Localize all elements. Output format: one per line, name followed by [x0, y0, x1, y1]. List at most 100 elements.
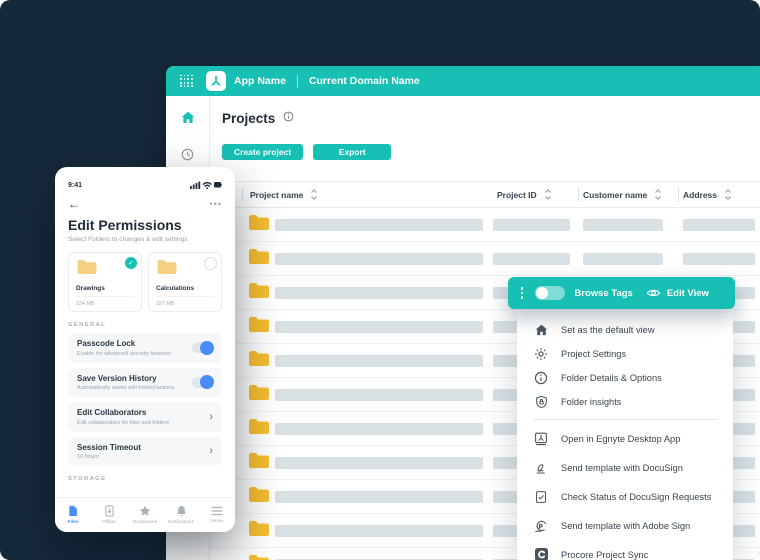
nav-item-bookmarks[interactable]: Bookmarks — [127, 498, 163, 532]
menu-item-open-egnyte-desktop[interactable]: Open in Egnyte Desktop App — [517, 424, 733, 453]
bell-icon — [176, 505, 187, 517]
column-header-customer-name[interactable]: Customer name — [583, 182, 662, 207]
offline-icon — [105, 505, 114, 517]
info-icon — [534, 371, 548, 385]
placeholder-project-name — [275, 389, 483, 401]
topbar-divider — [297, 75, 298, 88]
folder-icon — [248, 520, 270, 542]
column-header-address[interactable]: Address — [683, 182, 732, 207]
menu-item-procore-sync[interactable]: Procore Project Sync — [517, 540, 733, 560]
home-icon[interactable] — [181, 111, 195, 129]
setting-session-timeout[interactable]: Session Timeout10 hours › — [68, 437, 222, 467]
menu-item-folder-insights[interactable]: Folder insights — [517, 390, 733, 414]
placeholder-project-id — [493, 219, 570, 231]
status-bar: 9:41 — [68, 176, 222, 194]
status-icons — [190, 176, 222, 194]
passcode-toggle[interactable] — [192, 342, 213, 353]
stage: App Name Current Domain Name Projects — [0, 0, 760, 560]
kebab-menu-icon[interactable] — [521, 287, 523, 298]
table-header: Project name Project ID Customer name Ad… — [210, 181, 760, 208]
placeholder-customer-name — [583, 253, 663, 265]
phone-bottom-nav: Files Offline Bookmarks Notifications Me… — [55, 497, 235, 532]
phone-title: Edit Permissions — [68, 217, 222, 233]
info-icon[interactable] — [283, 109, 294, 127]
export-button[interactable]: Export — [313, 144, 391, 160]
folder-card-drawings[interactable]: ✓ Drawings 234 MB — [68, 252, 142, 312]
placeholder-project-name — [275, 321, 483, 333]
folder-icon — [248, 350, 270, 372]
version-history-toggle[interactable] — [192, 377, 213, 388]
unselected-circle-icon[interactable] — [204, 257, 217, 270]
sort-icon — [544, 189, 552, 200]
placeholder-project-name — [275, 253, 483, 265]
folder-icon — [156, 259, 178, 275]
menu-item-check-docusign-status[interactable]: Check Status of DocuSign Requests — [517, 482, 733, 511]
sort-icon — [310, 189, 318, 200]
edit-view-label[interactable]: Edit View — [667, 288, 709, 299]
placeholder-project-name — [275, 287, 483, 299]
folder-size: 157 MB — [156, 301, 214, 307]
folder-icon — [248, 452, 270, 474]
nav-item-files[interactable]: Files — [55, 498, 91, 532]
more-options-icon[interactable]: ••• — [210, 201, 222, 207]
table-row[interactable] — [210, 208, 760, 242]
home-icon — [534, 323, 548, 337]
menu-item-set-default-view[interactable]: Set as the default view — [517, 318, 733, 342]
nav-item-notifications[interactable]: Notifications — [163, 498, 199, 532]
setting-passcode-lock[interactable]: Passcode LockEnable for advanced securit… — [68, 333, 222, 363]
adobe-sign-icon — [534, 519, 548, 533]
sort-icon — [654, 189, 662, 200]
nav-item-menu[interactable]: Menu — [199, 498, 235, 532]
setting-subtitle: Edit collaborators for files and folders — [77, 420, 169, 426]
setting-save-version-history[interactable]: Save Version HistoryAutomatically saves … — [68, 368, 222, 398]
menu-divider — [533, 419, 717, 420]
menu-item-folder-details[interactable]: Folder Details & Options — [517, 366, 733, 390]
document-check-icon — [534, 490, 548, 504]
placeholder-project-name — [275, 491, 483, 503]
placeholder-project-name — [275, 355, 483, 367]
folder-icon — [248, 248, 270, 270]
column-divider — [678, 187, 679, 202]
phone-subtitle: Select Folders to changes & edit setting… — [68, 236, 222, 243]
table-row[interactable] — [210, 242, 760, 276]
folder-icon — [248, 418, 270, 440]
column-divider — [242, 187, 243, 202]
nav-item-offline[interactable]: Offline — [91, 498, 127, 532]
setting-edit-collaborators[interactable]: Edit Collaborators Edit collaborators for… — [68, 402, 222, 432]
egnyte-app-icon — [534, 432, 548, 446]
column-divider — [578, 187, 579, 202]
create-project-button[interactable]: Create project — [222, 144, 303, 160]
mobile-panel: 9:41 ← ••• Edit Permissions Select Folde… — [55, 167, 235, 532]
folder-icon — [76, 259, 98, 275]
column-header-project-name[interactable]: Project name — [250, 182, 318, 207]
clock-icon[interactable] — [181, 148, 194, 166]
setting-title: Edit Collaborators — [77, 408, 169, 417]
folder-size: 234 MB — [76, 301, 134, 307]
menu-item-send-docusign[interactable]: Send template with DocuSign — [517, 453, 733, 482]
menu-item-project-settings[interactable]: Project Settings — [517, 342, 733, 366]
context-menu-panel: Set as the default view Project Settings… — [517, 309, 733, 560]
eye-icon[interactable] — [646, 287, 661, 299]
selected-check-icon[interactable]: ✓ — [125, 257, 137, 269]
app-logo-icon[interactable] — [206, 71, 226, 91]
context-menu-header: Browse Tags Edit View — [508, 277, 735, 309]
folder-icon — [248, 384, 270, 406]
app-grid-icon[interactable] — [180, 75, 193, 88]
app-name: App Name — [234, 75, 286, 87]
menu-item-send-adobe-sign[interactable]: Send template with Adobe Sign — [517, 511, 733, 540]
shield-lock-icon — [534, 395, 548, 409]
chevron-right-icon: › — [209, 411, 213, 423]
gear-icon — [534, 347, 548, 361]
browse-tags-toggle[interactable] — [535, 286, 565, 300]
wifi-icon — [204, 183, 212, 187]
placeholder-address — [683, 219, 755, 231]
sort-icon — [724, 189, 732, 200]
folder-card-calculations[interactable]: Calculations 157 MB — [148, 252, 222, 312]
hamburger-icon — [211, 506, 223, 516]
folder-icon — [248, 486, 270, 508]
procore-icon — [534, 548, 548, 560]
chevron-right-icon: › — [209, 445, 213, 457]
current-domain-name[interactable]: Current Domain Name — [309, 75, 420, 87]
column-header-project-id[interactable]: Project ID — [497, 182, 552, 207]
back-icon[interactable]: ← — [68, 199, 80, 209]
